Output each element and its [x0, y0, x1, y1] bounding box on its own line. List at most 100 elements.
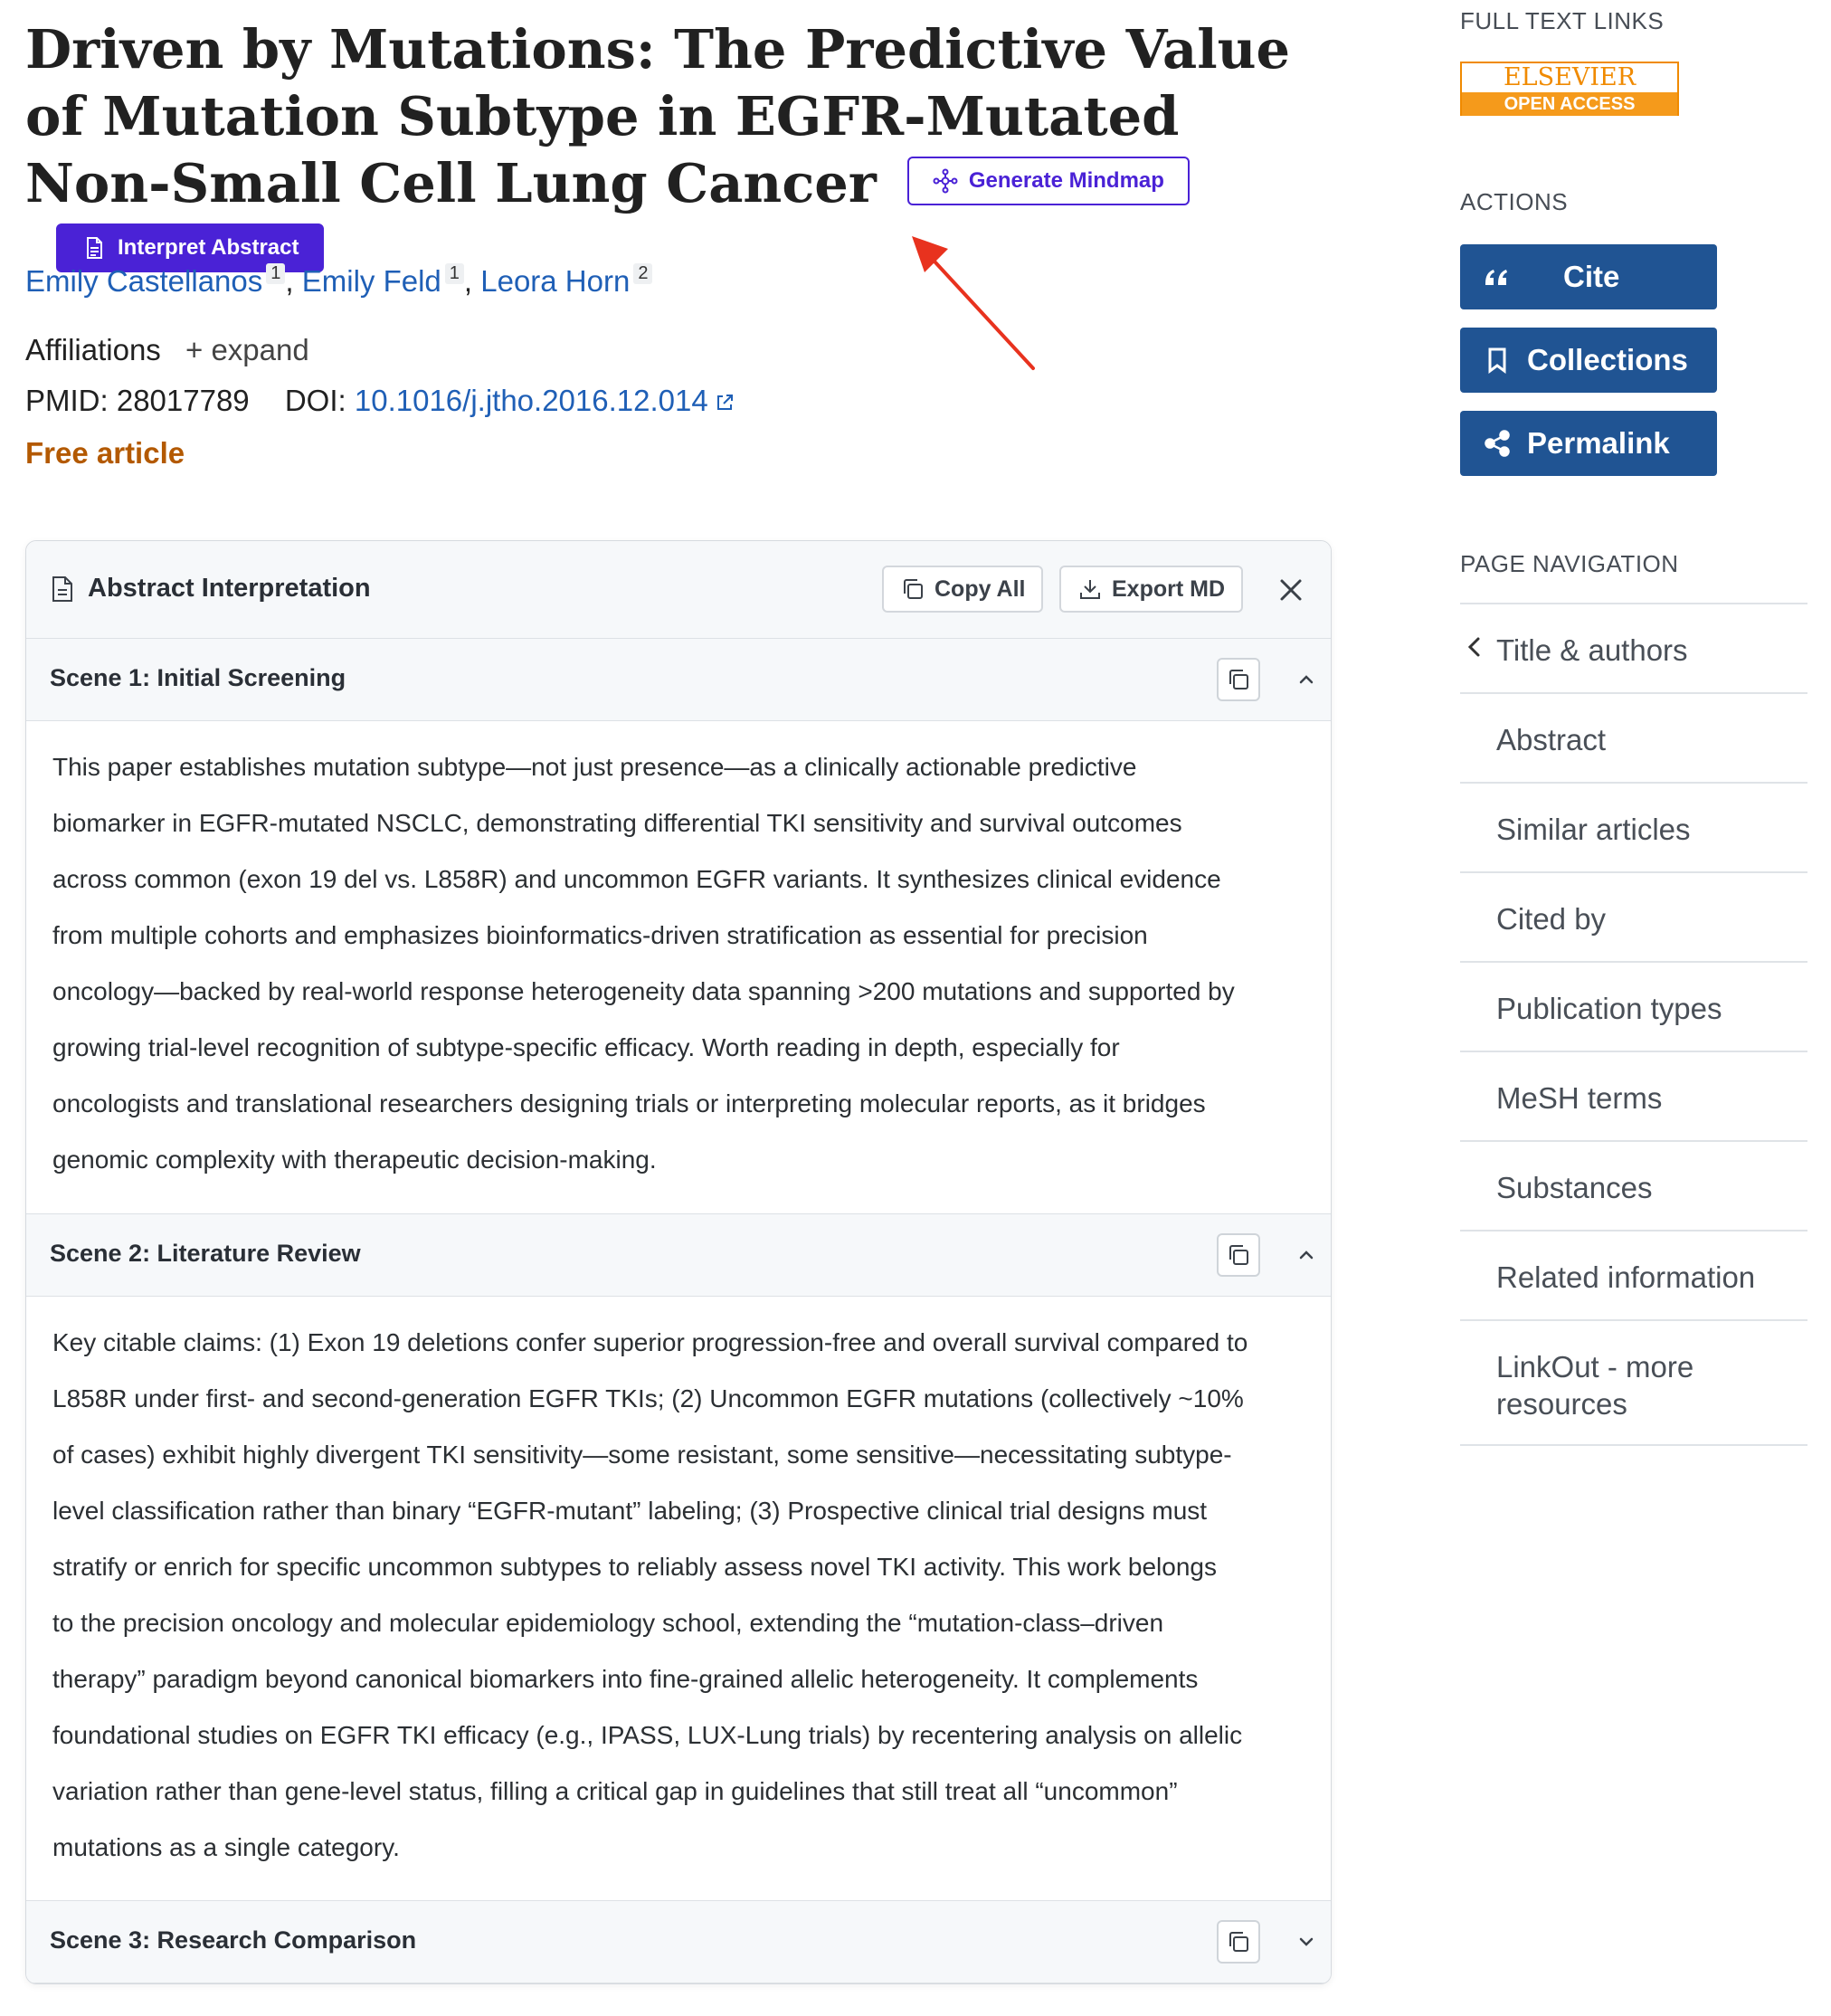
copy-icon [1229, 1932, 1248, 1952]
author-link[interactable]: Emily Castellanos [25, 264, 262, 298]
text-line: across common (exon 19 del vs. L858R) an… [52, 865, 1221, 893]
text-line: biomarker in EGFR-mutated NSCLC, demonst… [52, 809, 1182, 837]
plus-icon: + [185, 333, 204, 366]
nav-item-related-information[interactable]: Related information [1460, 1230, 1807, 1319]
nav-item-label: Publication types [1496, 992, 1722, 1025]
nav-item-label: MeSH terms [1496, 1081, 1663, 1115]
panel-title: Abstract Interpretation [50, 574, 371, 604]
scene-header[interactable]: Scene 1: Initial Screening [26, 638, 1331, 721]
nav-item-similar-articles[interactable]: Similar articles [1460, 782, 1807, 871]
free-article-badge: Free article [25, 436, 185, 470]
nav-item-label: Similar articles [1496, 813, 1691, 846]
page-navigation-heading: PAGE NAVIGATION [1460, 550, 1679, 577]
pmid: PMID: 28017789 [25, 384, 250, 417]
nav-item-label: Abstract [1496, 723, 1607, 756]
scene-header[interactable]: Scene 3: Research Comparison [26, 1900, 1331, 1983]
affiliation-number[interactable]: 1 [444, 263, 464, 284]
text-line: Key citable claims: (1) Exon 19 deletion… [52, 1328, 1248, 1356]
affiliation-number[interactable]: 1 [266, 263, 286, 284]
elsevier-open-access-link[interactable]: ELSEVIER OPEN ACCESS [1460, 62, 1679, 116]
full-text-links-heading: FULL TEXT LINKS [1460, 7, 1665, 34]
text-line: therapy” paradigm beyond canonical bioma… [52, 1665, 1199, 1693]
nav-item-mesh-terms[interactable]: MeSH terms [1460, 1051, 1807, 1140]
export-md-button[interactable]: Export MD [1059, 566, 1243, 613]
scene-copy-button[interactable] [1217, 1233, 1260, 1277]
nav-item-abstract[interactable]: Abstract [1460, 692, 1807, 782]
bookmark-icon [1488, 347, 1506, 374]
nav-item-label: Cited by [1496, 902, 1607, 936]
nav-item-publication-types[interactable]: Publication types [1460, 961, 1807, 1051]
text-line: variation rather than gene-level status,… [52, 1777, 1178, 1805]
doi-value: 10.1016/j.jtho.2016.12.014 [354, 384, 708, 417]
text-line: This paper establishes mutation subtype—… [52, 753, 1137, 781]
actions-heading: ACTIONS [1460, 188, 1569, 215]
elsevier-logo-text: ELSEVIER [1503, 63, 1637, 91]
scene-title: Scene 3: Research Comparison [50, 1926, 417, 1954]
open-access-text: OPEN ACCESS [1462, 92, 1677, 116]
collections-label: Collections [1527, 343, 1688, 376]
text-line: from multiple cohorts and emphasizes bio… [52, 921, 1148, 949]
text-line: mutations as a single category. [52, 1833, 400, 1861]
cite-button[interactable]: Cite [1460, 244, 1717, 309]
scene-title: Scene 1: Initial Screening [50, 664, 346, 691]
chevron-up-icon[interactable] [1293, 666, 1320, 693]
panel-title-label: Abstract Interpretation [88, 574, 371, 603]
nav-item-title-authors[interactable]: Title & authors [1460, 603, 1807, 692]
nav-item-label: Substances [1496, 1171, 1653, 1204]
author-list: Emily Castellanos 1, Emily Feld 1, Leora H… [25, 263, 653, 299]
document-icon [87, 236, 102, 259]
mindmap-icon [933, 168, 958, 193]
copy-icon [1229, 1245, 1248, 1265]
scene-body: This paper establishes mutation subtype—… [52, 739, 1310, 1188]
author-link[interactable]: Leora Horn [480, 264, 630, 298]
panel-header: Abstract Interpretation Copy All Export … [26, 541, 1331, 640]
share-icon [1485, 430, 1510, 457]
text-line: oncology—backed by real-world response h… [52, 977, 1235, 1005]
permalink-label: Permalink [1527, 426, 1670, 460]
generate-mindmap-button[interactable]: Generate Mindmap [906, 156, 1190, 205]
expand-affiliations-button[interactable]: + expand [185, 333, 309, 366]
expand-label: expand [211, 333, 309, 366]
copy-all-button[interactable]: Copy All [882, 566, 1044, 613]
text-line: level classification rather than binary … [52, 1497, 1208, 1525]
article-title: Driven by Mutations: The Predictive Valu… [25, 16, 1328, 284]
author-link[interactable]: Emily Feld [302, 264, 441, 298]
copy-all-label: Copy All [934, 575, 1026, 602]
collections-button[interactable]: Collections [1460, 328, 1717, 393]
copy-icon [1229, 670, 1248, 689]
annotation-arrow [912, 236, 1035, 370]
quote-icon [1485, 270, 1507, 285]
chevron-down-icon[interactable] [1293, 1928, 1320, 1955]
affiliations-label: Affiliations [25, 333, 161, 366]
doi-label: DOI: [284, 384, 346, 417]
nav-item-label: Title & authors [1496, 633, 1688, 667]
chevron-left-icon [1467, 637, 1480, 657]
abstract-interpretation-panel: Abstract Interpretation Copy All Export … [25, 540, 1332, 1984]
permalink-button[interactable]: Permalink [1460, 411, 1717, 476]
cite-label: Cite [1563, 260, 1620, 293]
scene-copy-button[interactable] [1217, 658, 1260, 701]
nav-item-cited-by[interactable]: Cited by [1460, 871, 1807, 961]
nav-item-linkout[interactable]: LinkOut - more resources [1460, 1319, 1807, 1446]
text-line: oncologists and translational researcher… [52, 1089, 1206, 1117]
text-line: foundational studies on EGFR TKI efficac… [52, 1721, 1243, 1749]
doi-link[interactable]: 10.1016/j.jtho.2016.12.014 [355, 384, 735, 417]
copy-icon [904, 579, 923, 599]
export-md-label: Export MD [1112, 575, 1225, 602]
document-icon [52, 575, 72, 602]
text-line: of cases) exhibit highly divergent TKI s… [52, 1441, 1232, 1469]
download-icon [1080, 580, 1100, 599]
scene-header[interactable]: Scene 2: Literature Review [26, 1213, 1331, 1297]
text-line: L858R under first- and second-generation… [52, 1384, 1244, 1412]
generate-mindmap-label: Generate Mindmap [968, 167, 1164, 193]
chevron-up-icon[interactable] [1293, 1241, 1320, 1269]
affiliation-number[interactable]: 2 [633, 263, 653, 284]
text-line: stratify or enrich for specific uncommon… [52, 1553, 1217, 1581]
close-icon[interactable] [1273, 572, 1309, 608]
scene-body: Key citable claims: (1) Exon 19 deletion… [52, 1315, 1310, 1876]
affiliations-row: Affiliations + expand [25, 333, 309, 367]
scene-copy-button[interactable] [1217, 1920, 1260, 1964]
nav-item-substances[interactable]: Substances [1460, 1140, 1807, 1230]
text-line: to the precision oncology and molecular … [52, 1609, 1164, 1637]
scene-title: Scene 2: Literature Review [50, 1240, 361, 1267]
